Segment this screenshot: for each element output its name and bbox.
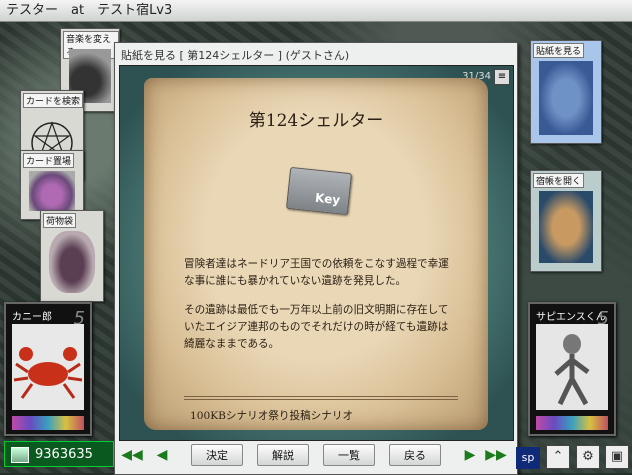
notice-art: [539, 61, 593, 135]
description-paragraph: 冒険者達はネードリア王国での依頼をこなす過程で幸運な事に誰にも暴かれていない遺跡…: [184, 258, 449, 287]
key-label: Key: [314, 190, 341, 208]
card-label: カードを検索: [23, 93, 83, 108]
last-page-icon[interactable]: ▶▶: [485, 444, 507, 466]
notice-dialog: 貼紙を見る [ 第124シェルター ] (ゲストさん) 31/34 ≡ 第124…: [114, 42, 518, 475]
prev-page-icon[interactable]: ◀: [151, 444, 173, 466]
status-bar: [536, 416, 608, 430]
character-card-right[interactable]: サピエンスくん 5: [528, 302, 616, 436]
card-label: カード置場: [23, 153, 75, 168]
money-icon: [11, 447, 29, 463]
save-icon[interactable]: ▣: [605, 445, 629, 469]
notice-panel: 31/34 ≡ 第124シェルター Key 冒険者達はネードリア王国での依頼をこ…: [119, 65, 514, 441]
next-page-icon[interactable]: ▶: [459, 444, 481, 466]
gold-display: 9363635: [4, 441, 114, 467]
sapiens-icon: [536, 324, 608, 410]
dialog-toolbar: ◀◀ ◀ 決定 解説 一覧 戻る ▶ ▶▶: [119, 442, 512, 468]
first-page-icon[interactable]: ◀◀: [121, 444, 143, 466]
sp-label: sp: [516, 447, 540, 469]
card-label: 貼紙を見る: [533, 43, 585, 58]
character-name: カニー郎: [12, 312, 52, 323]
list-button[interactable]: 一覧: [323, 444, 375, 466]
gear-icon[interactable]: ⚙: [576, 445, 600, 469]
ok-button[interactable]: 決定: [191, 444, 243, 466]
scenario-title: 第124シェルター: [248, 111, 384, 131]
key-icon: Key: [285, 166, 353, 216]
gold-amount: 9363635: [35, 447, 93, 462]
description-paragraph: その遺跡は最低でも一万年以上前の旧文明期に存在していたエイジア連邦のものでそれだ…: [184, 304, 449, 350]
divider: [184, 396, 458, 400]
chest-icon: [29, 171, 75, 211]
card-label: 宿帳を開く: [533, 173, 585, 188]
card-label: 荷物袋: [43, 213, 77, 228]
back-button[interactable]: 戻る: [389, 444, 441, 466]
scenario-footer: 100KBシナリオ祭り投稿シナリオ: [190, 410, 354, 422]
crab-icon: [12, 324, 84, 410]
card-baggage[interactable]: 荷物袋: [40, 210, 104, 302]
bag-icon: [49, 231, 95, 293]
window-title: テスター at テスト宿Lv3: [0, 0, 632, 22]
character-name: サピエンスくん: [536, 312, 606, 323]
book-icon: [539, 191, 593, 263]
status-bar: [12, 416, 84, 430]
explain-button[interactable]: 解説: [257, 444, 309, 466]
card-open-register[interactable]: 宿帳を開く: [530, 170, 602, 272]
scroll-up-icon[interactable]: ⌃: [546, 445, 570, 469]
parchment: 第124シェルター Key 冒険者達はネードリア王国での依頼をこなす過程で幸運な…: [144, 78, 488, 430]
character-card-left[interactable]: カニー郎 5: [4, 302, 92, 436]
card-view-notices[interactable]: 貼紙を見る: [530, 40, 602, 144]
dialog-title: 貼紙を見る [ 第124シェルター ] (ゲストさん): [121, 49, 350, 62]
menu-icon[interactable]: ≡: [494, 69, 510, 85]
scenario-description: 冒険者達はネードリア王国での依頼をこなす過程で幸運な事に誰にも暴かれていない遺跡…: [184, 256, 458, 365]
